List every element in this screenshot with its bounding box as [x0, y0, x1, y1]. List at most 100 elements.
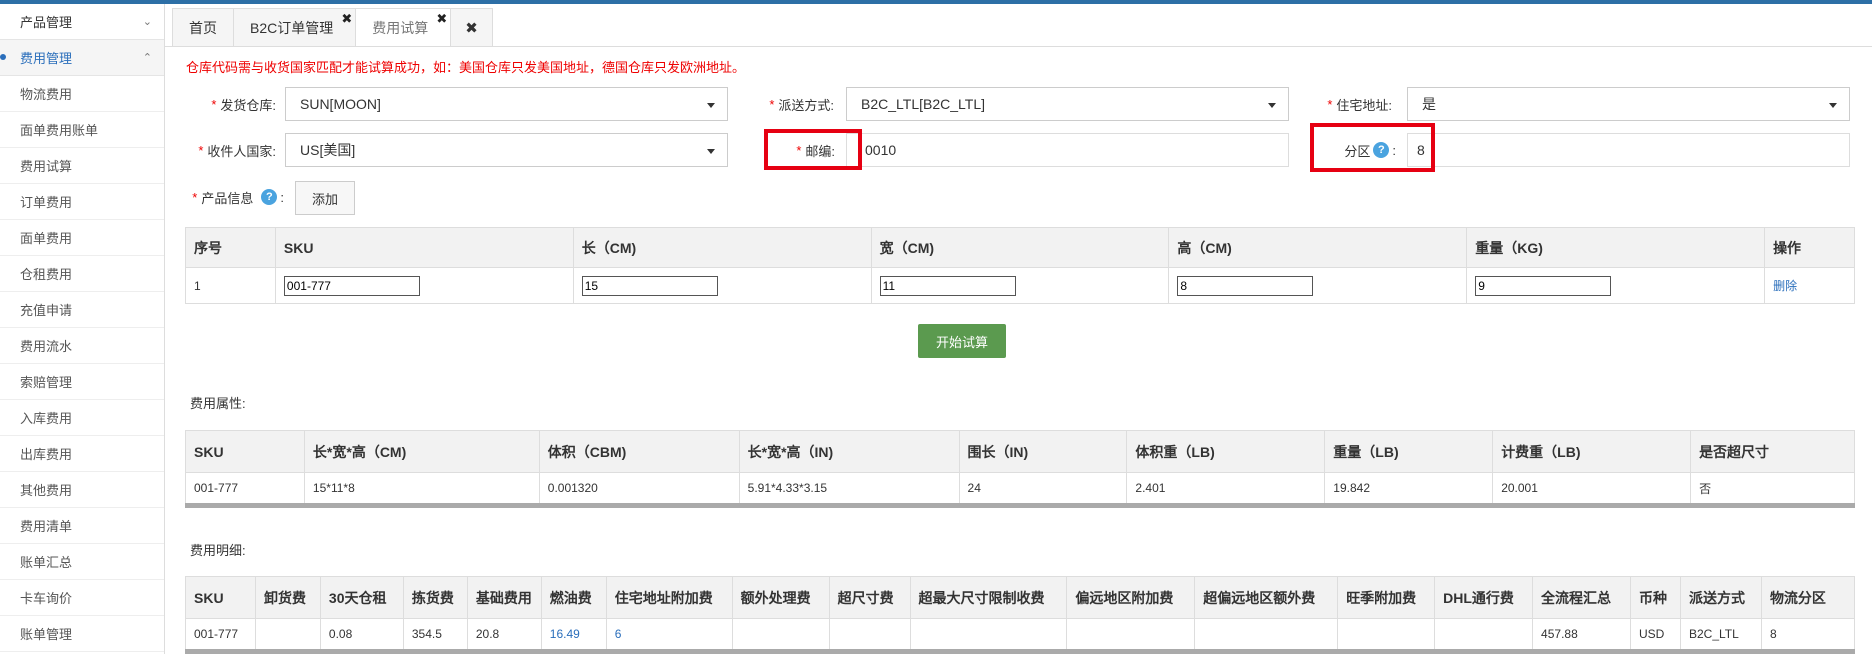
column-header: 高（CM) — [1168, 227, 1468, 268]
cell: B2C_LTL — [1679, 618, 1762, 650]
cell — [731, 618, 830, 650]
sidebar-item-storage-fee[interactable]: 仓租费用 — [0, 256, 164, 292]
cell: 19.842 — [1324, 472, 1494, 504]
column-header: SKU — [185, 576, 256, 619]
cell — [828, 618, 911, 650]
column-header: 超尺寸费 — [828, 576, 911, 619]
column-header: SKU — [185, 430, 305, 473]
width-input[interactable] — [879, 275, 1016, 296]
sidebar-item-recharge[interactable]: 充值申请 — [0, 292, 164, 328]
close-icon[interactable]: ✖ — [436, 11, 447, 27]
zip-code-input[interactable]: 0010 — [846, 133, 1289, 167]
sku-cell — [274, 267, 574, 304]
recipient-country-select[interactable]: US[美国] — [285, 133, 728, 167]
sidebar-item-claims[interactable]: 索赔管理 — [0, 364, 164, 400]
cell: 24 — [958, 472, 1128, 504]
horizontal-scrollbar[interactable] — [185, 649, 1855, 654]
cell: 457.88 — [1532, 618, 1631, 650]
sidebar-item-fee-flow[interactable]: 费用流水 — [0, 328, 164, 364]
label-text: 收件人国家: — [207, 143, 276, 159]
sidebar-item-bill-manage[interactable]: 账单管理 — [0, 616, 164, 652]
tab-home[interactable]: 首页 — [172, 8, 234, 46]
sidebar-item-label-fee-bill[interactable]: 面单费用账单 — [0, 112, 164, 148]
weight-input[interactable] — [1475, 275, 1612, 296]
highlight-box-zip — [764, 129, 862, 170]
residential-fee-link[interactable]: 6 — [615, 627, 622, 641]
dropdown-caret-icon — [707, 103, 715, 108]
residential-address-select[interactable]: 是 — [1407, 87, 1850, 121]
close-icon: ✖ — [465, 19, 478, 37]
column-header: DHL通行费 — [1434, 576, 1534, 619]
sidebar-item-order-fee[interactable]: 订单费用 — [0, 184, 164, 220]
sidebar-item-fee-list[interactable]: 费用清单 — [0, 508, 164, 544]
table-row: 1 删除 — [185, 267, 1855, 304]
table-header-row: SKU 长*宽*高（CM) 体积（CBM) 长*宽*高（IN) 围长（IN) 体… — [185, 430, 1855, 473]
column-header: 长*宽*高（IN) — [738, 430, 960, 473]
horizontal-scrollbar[interactable] — [185, 503, 1855, 508]
column-header: 是否超尺寸 — [1690, 430, 1855, 473]
sidebar-item-truck-quote[interactable]: 卡车询价 — [0, 580, 164, 616]
tab-divider — [165, 46, 1872, 47]
column-header: 额外处理费 — [731, 576, 830, 619]
tab-label: B2C订单管理 — [250, 19, 334, 36]
column-header: 偏远地区附加费 — [1066, 576, 1196, 619]
column-header: 序号 — [185, 227, 276, 268]
sidebar-item-fee-trial[interactable]: 费用试算 — [0, 148, 164, 184]
active-bullet-icon — [0, 54, 6, 60]
sidebar-item-logistics-fee[interactable]: 物流费用 — [0, 76, 164, 112]
column-header: 体积重（LB) — [1126, 430, 1326, 473]
cell: 001-777 — [185, 472, 305, 504]
sidebar-item-outbound-fee[interactable]: 出库费用 — [0, 436, 164, 472]
dropdown-caret-icon — [1829, 103, 1837, 108]
cell: 20.001 — [1492, 472, 1692, 504]
column-header: 派送方式 — [1679, 576, 1762, 619]
sidebar-item-bill-summary[interactable]: 账单汇总 — [0, 544, 164, 580]
fuel-fee-link[interactable]: 16.49 — [550, 627, 580, 641]
dropdown-caret-icon — [707, 149, 715, 154]
height-input[interactable] — [1177, 275, 1314, 296]
column-header: 长*宽*高（CM) — [303, 430, 540, 473]
cell — [909, 618, 1068, 650]
width-cell — [870, 267, 1170, 304]
country-field-label: * 收件人国家: — [180, 133, 276, 167]
sidebar-item-inbound-fee[interactable]: 入库费用 — [0, 400, 164, 436]
delivery-method-select[interactable]: B2C_LTL[B2C_LTL] — [846, 87, 1289, 121]
column-header: 超最大尺寸限制收费 — [909, 576, 1068, 619]
help-icon[interactable]: ? — [261, 189, 278, 205]
column-header: 旺季附加费 — [1337, 576, 1436, 619]
fee-details-title: 费用明细: — [190, 543, 246, 558]
tab-b2c-orders[interactable]: B2C订单管理 ✖ — [233, 8, 357, 46]
cell: 20.8 — [466, 618, 542, 650]
start-calculation-button[interactable]: 开始试算 — [918, 324, 1006, 358]
column-header: 物流分区 — [1760, 576, 1856, 619]
tab-fee-trial[interactable]: 费用试算 ✖ — [355, 8, 452, 46]
column-header: 30天仓租 — [319, 576, 404, 619]
select-value: US[美国] — [300, 142, 356, 158]
table-header-row: 序号 SKU 长（CM) 宽（CM) 高（CM) 重量（KG) 操作 — [185, 227, 1855, 268]
warehouse-select[interactable]: SUN[MOON] — [285, 87, 728, 121]
sidebar-group-label: 费用管理 — [20, 51, 73, 66]
label-text: 产品信息 — [201, 190, 254, 206]
sku-input[interactable] — [283, 275, 420, 296]
column-header: 基础费用 — [466, 576, 542, 619]
sidebar-item-other-fee[interactable]: 其他费用 — [0, 472, 164, 508]
column-header: 计费重（LB) — [1492, 430, 1692, 473]
cell: USD — [1629, 618, 1681, 650]
column-header: 体积（CBM) — [538, 430, 740, 473]
zone-input[interactable]: 8 — [1407, 133, 1850, 167]
sidebar-group-fee[interactable]: 费用管理 ⌃ — [0, 40, 164, 76]
close-all-tabs-button[interactable]: ✖ — [450, 8, 493, 46]
required-mark: * — [192, 189, 198, 205]
close-icon[interactable]: ✖ — [341, 11, 352, 27]
required-mark: * — [211, 96, 217, 112]
cell — [1066, 618, 1196, 650]
delete-link[interactable]: 删除 — [1773, 279, 1797, 293]
length-input[interactable] — [581, 275, 718, 296]
tab-bar: 首页 B2C订单管理 ✖ 费用试算 ✖ ✖ — [172, 8, 493, 46]
label-text: 住宅地址: — [1336, 97, 1392, 113]
sidebar-group-product[interactable]: 产品管理 ⌄ — [0, 4, 164, 40]
row-index: 1 — [185, 267, 276, 304]
sidebar-item-label-fee[interactable]: 面单费用 — [0, 220, 164, 256]
select-value: 是 — [1422, 96, 1436, 112]
add-product-button[interactable]: 添加 — [295, 181, 355, 215]
